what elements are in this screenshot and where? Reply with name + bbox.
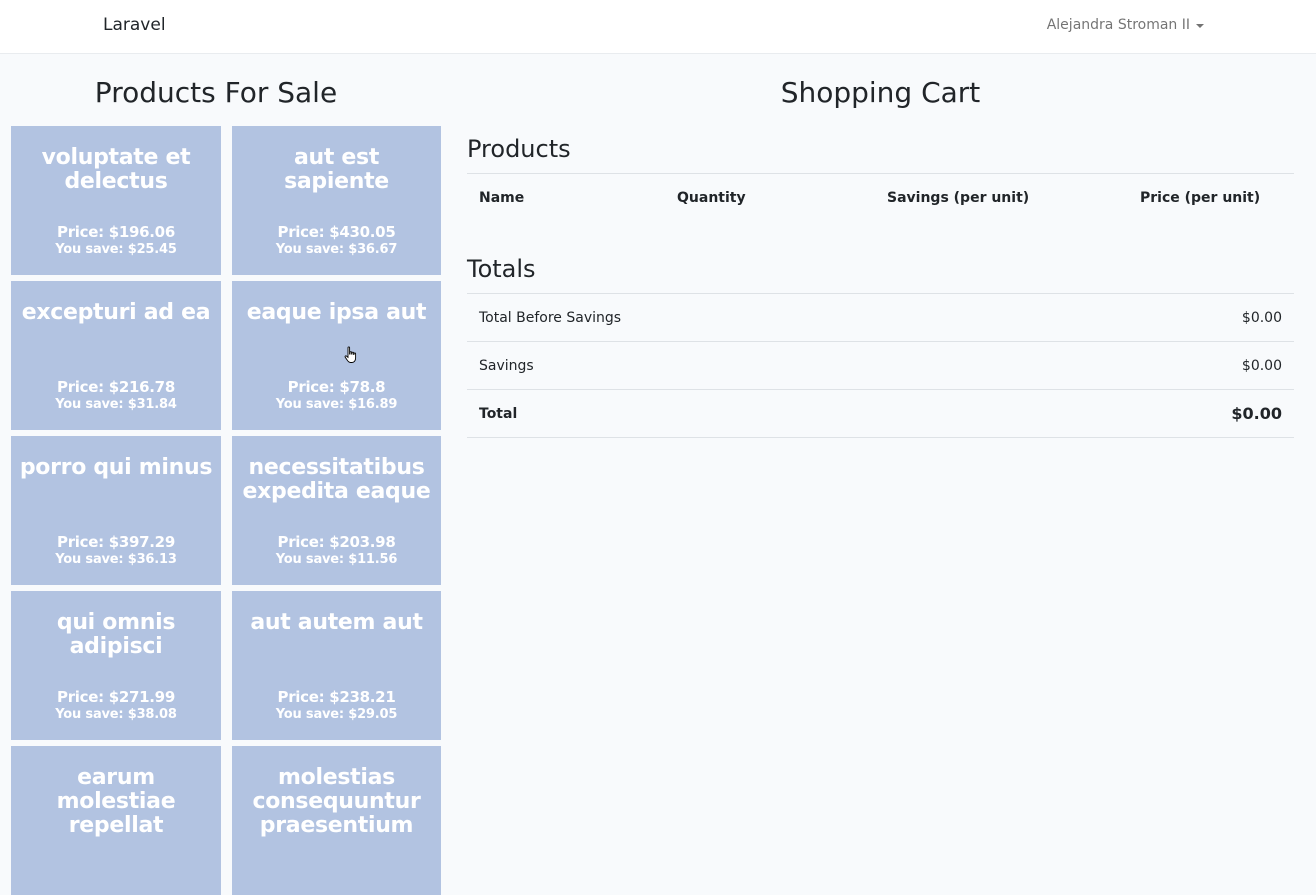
- product-name: voluptate et delectus: [41, 145, 191, 194]
- product-price: Price: $397.29: [57, 533, 175, 551]
- product-card[interactable]: qui omnis adipisci Price: $271.99 You sa…: [11, 591, 221, 740]
- caret-down-icon: [1196, 23, 1204, 28]
- column-header-quantity: Quantity: [665, 173, 875, 221]
- savings-label: Savings: [467, 341, 1038, 390]
- product-name: earum molestiae repellat: [56, 765, 176, 838]
- product-price: Price: $216.78: [57, 378, 175, 396]
- cart-products-table: Name Quantity Savings (per unit) Price (…: [467, 173, 1294, 221]
- product-name: porro qui minus: [19, 455, 213, 480]
- product-savings: You save: $38.08: [55, 707, 177, 722]
- total-label: Total: [467, 389, 1038, 438]
- product-savings: You save: $36.13: [55, 552, 177, 567]
- product-price: Price: $78.8: [287, 378, 386, 396]
- products-for-sale-heading: Products For Sale: [94, 76, 338, 109]
- product-savings: You save: $29.05: [275, 707, 398, 722]
- product-name: aut est sapiente: [284, 145, 389, 194]
- product-name: eaque ipsa aut: [246, 300, 427, 325]
- product-card[interactable]: aut autem aut Price: $238.21 You save: $…: [232, 591, 441, 740]
- product-name: aut autem aut: [250, 610, 423, 635]
- column-header-savings: Savings (per unit): [875, 173, 1128, 221]
- product-name: necessitatibus expedita eaque: [242, 455, 431, 504]
- table-row: Total Before Savings $0.00: [467, 293, 1294, 342]
- product-price: Price: $203.98: [277, 533, 396, 551]
- product-card[interactable]: eaque ipsa aut Price: $78.8 You save: $1…: [232, 281, 441, 430]
- product-savings: You save: $11.56: [275, 552, 398, 567]
- product-name: excepturi ad ea: [21, 300, 211, 325]
- product-card[interactable]: excepturi ad ea Price: $216.78 You save:…: [11, 281, 221, 430]
- table-header-row: Name Quantity Savings (per unit) Price (…: [467, 173, 1294, 221]
- total-value: $0.00: [1037, 389, 1294, 438]
- total-before-savings-label: Total Before Savings: [467, 293, 1038, 342]
- product-savings: You save: $16.89: [275, 397, 398, 412]
- product-card[interactable]: necessitatibus expedita eaque Price: $20…: [232, 436, 441, 585]
- top-navbar: Laravel Alejandra Stroman II: [0, 0, 1316, 54]
- column-header-name: Name: [467, 173, 665, 221]
- user-name: Alejandra Stroman II: [1046, 17, 1190, 33]
- savings-value: $0.00: [1037, 341, 1294, 390]
- product-name: molestias consequuntur praesentium: [252, 765, 421, 838]
- product-card[interactable]: earum molestiae repellat: [11, 746, 221, 895]
- product-savings: You save: $25.45: [55, 242, 177, 257]
- product-savings: You save: $31.84: [55, 397, 177, 412]
- product-savings: You save: $36.67: [275, 242, 398, 257]
- product-price: Price: $238.21: [277, 688, 396, 706]
- totals-table: Total Before Savings $0.00 Savings $0.00…: [467, 293, 1294, 438]
- product-card[interactable]: voluptate et delectus Price: $196.06 You…: [11, 126, 221, 275]
- product-card[interactable]: porro qui minus Price: $397.29 You save:…: [11, 436, 221, 585]
- cart-products-heading: Products: [467, 135, 571, 163]
- column-header-price: Price (per unit): [1128, 173, 1294, 221]
- product-card[interactable]: aut est sapiente Price: $430.05 You save…: [232, 126, 441, 275]
- product-grid: voluptate et delectus Price: $196.06 You…: [11, 126, 441, 895]
- brand-link[interactable]: Laravel: [103, 15, 166, 35]
- product-price: Price: $430.05: [277, 223, 396, 241]
- total-before-savings-value: $0.00: [1037, 293, 1294, 342]
- product-price: Price: $196.06: [57, 223, 175, 241]
- totals-heading: Totals: [467, 255, 536, 283]
- shopping-cart-heading: Shopping Cart: [780, 76, 981, 109]
- product-name: qui omnis adipisci: [56, 610, 176, 659]
- table-row: Savings $0.00: [467, 341, 1294, 390]
- product-price: Price: $271.99: [57, 688, 175, 706]
- product-card[interactable]: molestias consequuntur praesentium: [232, 746, 441, 895]
- user-dropdown[interactable]: Alejandra Stroman II: [1047, 17, 1204, 33]
- table-row: Total $0.00: [467, 389, 1294, 438]
